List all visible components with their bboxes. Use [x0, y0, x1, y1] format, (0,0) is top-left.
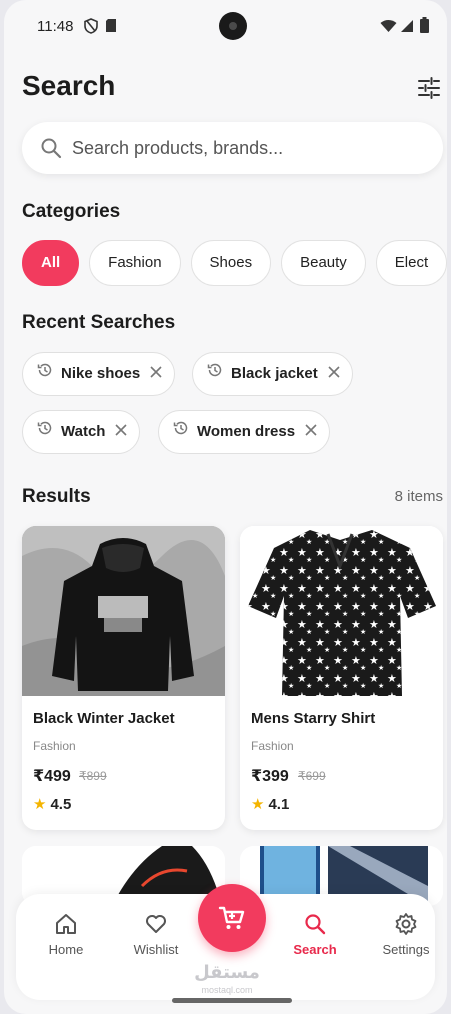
filter-button[interactable] [416, 75, 442, 101]
sd-card-icon [105, 18, 117, 38]
history-icon [207, 353, 223, 395]
cart-button[interactable] [198, 884, 266, 952]
nav-item-wishlist[interactable]: Wishlist [116, 912, 196, 957]
recent-search-chip[interactable]: Nike shoes [22, 352, 176, 396]
recent-search-chip[interactable]: Women dress [158, 410, 331, 454]
category-chip-beauty[interactable]: Beauty [281, 240, 366, 286]
close-icon[interactable] [305, 411, 317, 453]
home-icon [56, 914, 76, 934]
results-count: 8 items [394, 488, 443, 505]
category-chip-shoes[interactable]: Shoes [190, 240, 272, 286]
recent-searches-title: Recent Searches [22, 312, 176, 333]
product-old-price: ₹899 [79, 769, 107, 783]
star-icon: ★ [33, 796, 47, 813]
product-price: ₹399 [251, 768, 289, 785]
gear-icon [395, 913, 417, 935]
star-icon: ★ [251, 796, 265, 813]
watermark: مستقل mostaql.com [182, 963, 272, 999]
categories-title: Categories [22, 201, 121, 222]
search-input[interactable] [72, 132, 422, 164]
product-rating: ★ 4.1 [251, 795, 289, 813]
category-chips: All Fashion Shoes Beauty Elect [22, 240, 447, 286]
category-chip-electronics[interactable]: Elect [375, 240, 447, 286]
nav-item-search[interactable]: Search [275, 912, 355, 957]
status-time: 11:48 [37, 18, 74, 35]
product-category: Fashion [251, 739, 294, 753]
nav-item-home[interactable]: Home [26, 912, 106, 957]
close-icon[interactable] [115, 411, 128, 453]
battery-icon [420, 17, 429, 38]
shield-icon [84, 18, 98, 39]
gesture-home-bar[interactable] [172, 998, 292, 1003]
nav-label-settings: Settings [382, 942, 430, 957]
nav-label-wishlist: Wishlist [133, 942, 179, 957]
signal-icon [400, 19, 414, 38]
front-camera [219, 12, 247, 40]
product-card[interactable]: Black Winter Jacket Fashion ₹499 ₹899 ★ 4… [22, 526, 225, 830]
close-icon[interactable] [150, 353, 162, 395]
rating-value: 4.1 [268, 796, 290, 813]
history-icon [173, 411, 189, 453]
phone-screen: 11:48 Search Search products, brands... … [4, 0, 447, 1014]
nav-label-search: Search [293, 942, 337, 957]
product-name: Black Winter Jacket [33, 710, 175, 727]
product-rating: ★ 4.5 [33, 795, 71, 813]
watermark-text: مستقل [194, 962, 260, 982]
heart-icon [146, 915, 166, 933]
product-price: ₹499 [33, 768, 71, 785]
nav-label-home: Home [48, 942, 84, 957]
product-card[interactable]: ★ ★ Mens Starry Shirt Fashion ₹399 ₹699 … [240, 526, 443, 830]
product-image-jacket [22, 526, 225, 696]
recent-search-label: Black jacket [231, 365, 318, 382]
wifi-icon [380, 19, 397, 38]
rating-value: 4.5 [50, 796, 72, 813]
category-chip-all[interactable]: All [22, 240, 80, 286]
recent-search-label: Watch [61, 423, 106, 440]
sliders-icon [418, 77, 440, 99]
close-icon[interactable] [328, 353, 340, 395]
product-old-price: ₹699 [298, 769, 326, 783]
search-icon [305, 914, 326, 935]
search-icon [40, 137, 62, 164]
search-bar[interactable] [22, 122, 443, 174]
recent-search-label: Nike shoes [61, 365, 141, 382]
cart-icon [218, 906, 245, 929]
nav-item-settings[interactable]: Settings [366, 912, 446, 957]
results-title: Results [22, 486, 91, 507]
recent-search-label: Women dress [197, 423, 296, 440]
product-name: Mens Starry Shirt [251, 710, 376, 727]
product-image-shirt: ★ ★ [240, 526, 443, 696]
status-bar: 11:48 [4, 0, 447, 52]
recent-search-chip[interactable]: Black jacket [192, 352, 353, 396]
product-category: Fashion [33, 739, 76, 753]
page-title: Search [22, 70, 116, 101]
history-icon [37, 353, 53, 395]
watermark-subtext: mostaql.com [201, 985, 253, 995]
category-chip-fashion[interactable]: Fashion [89, 240, 181, 286]
recent-search-chip[interactable]: Watch [22, 410, 141, 454]
history-icon [37, 411, 53, 453]
